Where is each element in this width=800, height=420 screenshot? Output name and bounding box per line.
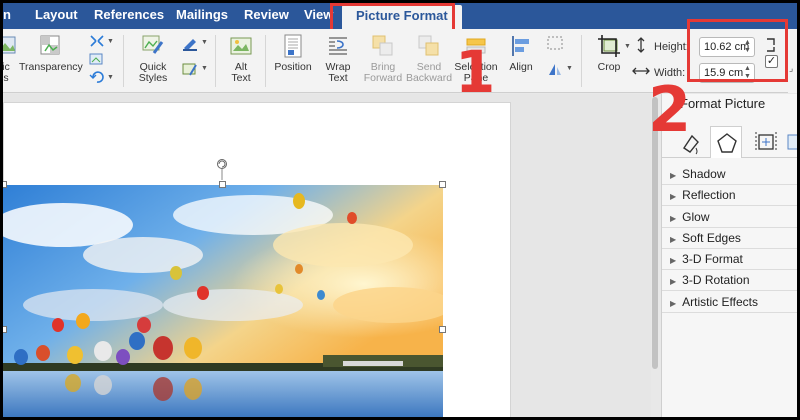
chevron-down-icon[interactable]: ▼ xyxy=(624,43,631,50)
artistic-effects-button[interactable]: ic s xyxy=(3,33,17,84)
tab-view[interactable]: View xyxy=(304,3,333,29)
reset-picture-icon[interactable] xyxy=(88,69,106,85)
wrap-text-icon xyxy=(329,37,347,55)
dialog-launcher-icon[interactable]: ⌟ xyxy=(789,63,793,74)
expand-triangle-icon: ▶ xyxy=(670,235,677,244)
tab-mailings[interactable]: Mailings xyxy=(176,3,228,29)
highlight-size-group xyxy=(687,19,788,82)
position-icon xyxy=(284,34,302,58)
picture-tab-icon[interactable] xyxy=(786,126,797,158)
expand-triangle-icon: ▶ xyxy=(670,171,677,180)
height-label: Height: xyxy=(654,41,689,53)
resize-handle[interactable] xyxy=(439,326,446,333)
toolbar-divider xyxy=(581,35,582,87)
pane-title: Format Picture xyxy=(680,96,766,111)
bring-forward-button[interactable]: Bring Forward xyxy=(361,33,405,84)
toolbar-divider xyxy=(123,35,124,87)
section-3d-rotation[interactable]: ▶ 3-D Rotation xyxy=(662,270,797,291)
change-picture-icon[interactable] xyxy=(88,51,106,67)
section-artistic-effects[interactable]: ▶ Artistic Effects xyxy=(662,292,797,313)
resize-handle[interactable] xyxy=(3,326,7,333)
alt-text-button[interactable]: Alt Text xyxy=(225,33,257,84)
crop-icon xyxy=(598,35,620,57)
word-window: n Layout References Mailings Review View… xyxy=(3,3,797,417)
section-soft-edges[interactable]: ▶ Soft Edges xyxy=(662,228,797,249)
crop-button[interactable]: Crop xyxy=(589,33,629,73)
tab-review[interactable]: Review xyxy=(244,3,289,29)
tab-design-partial[interactable]: n xyxy=(3,3,11,29)
section-reflection[interactable]: ▶ Reflection xyxy=(662,185,797,206)
size-properties-icon[interactable] xyxy=(750,126,782,158)
chevron-down-icon[interactable]: ▼ xyxy=(107,38,114,45)
resize-handle[interactable] xyxy=(439,181,446,188)
tab-references[interactable]: References xyxy=(94,3,164,29)
resize-handle[interactable] xyxy=(219,181,226,188)
quick-styles-icon xyxy=(142,35,164,54)
expand-triangle-icon: ▶ xyxy=(670,214,677,223)
picture-effects-icon[interactable] xyxy=(181,61,199,77)
bring-forward-icon xyxy=(372,35,393,56)
chevron-down-icon[interactable]: ▼ xyxy=(201,65,208,72)
picture-border-icon[interactable] xyxy=(181,35,199,51)
send-backward-icon xyxy=(418,35,439,56)
rotate-icon[interactable] xyxy=(546,61,564,77)
tab-layout[interactable]: Layout xyxy=(35,3,78,29)
step-2-annotation: 2 xyxy=(648,73,692,146)
expand-triangle-icon: ▶ xyxy=(670,192,677,201)
height-arrow-icon xyxy=(637,37,645,53)
transparency-button[interactable]: Transparency xyxy=(19,33,83,73)
toolbar-divider xyxy=(265,35,266,87)
align-icon xyxy=(512,36,529,56)
balloon-photo-image xyxy=(3,185,443,417)
chevron-down-icon[interactable]: ▼ xyxy=(566,65,573,72)
send-backward-button[interactable]: Send Backward xyxy=(405,33,453,84)
section-glow[interactable]: ▶ Glow xyxy=(662,207,797,228)
position-button[interactable]: Position xyxy=(271,33,315,73)
selected-picture[interactable] xyxy=(3,185,443,417)
expand-triangle-icon: ▶ xyxy=(670,256,677,265)
transparency-icon xyxy=(40,35,60,55)
group-icon[interactable] xyxy=(546,35,564,51)
step-1-annotation: 1 xyxy=(455,38,496,106)
chevron-down-icon[interactable]: ▼ xyxy=(107,74,114,81)
toolbar-overflow: ⌟ xyxy=(788,29,797,93)
tab-effects[interactable] xyxy=(710,126,742,158)
chevron-down-icon[interactable]: ▼ xyxy=(201,39,208,46)
wrap-text-button[interactable]: Wrap Text xyxy=(319,33,357,84)
compress-pictures-icon[interactable] xyxy=(88,33,106,49)
section-3d-format[interactable]: ▶ 3-D Format xyxy=(662,249,797,270)
pentagon-icon xyxy=(717,133,737,153)
expand-triangle-icon: ▶ xyxy=(670,299,677,308)
section-shadow[interactable]: ▶ Shadow xyxy=(662,164,797,185)
align-button[interactable]: Align xyxy=(503,33,539,73)
quick-styles-button[interactable]: Quick Styles xyxy=(131,33,175,84)
alt-text-icon xyxy=(230,37,252,55)
expand-triangle-icon: ▶ xyxy=(670,277,677,286)
toolbar-divider xyxy=(215,35,216,87)
resize-handle[interactable] xyxy=(3,181,7,188)
